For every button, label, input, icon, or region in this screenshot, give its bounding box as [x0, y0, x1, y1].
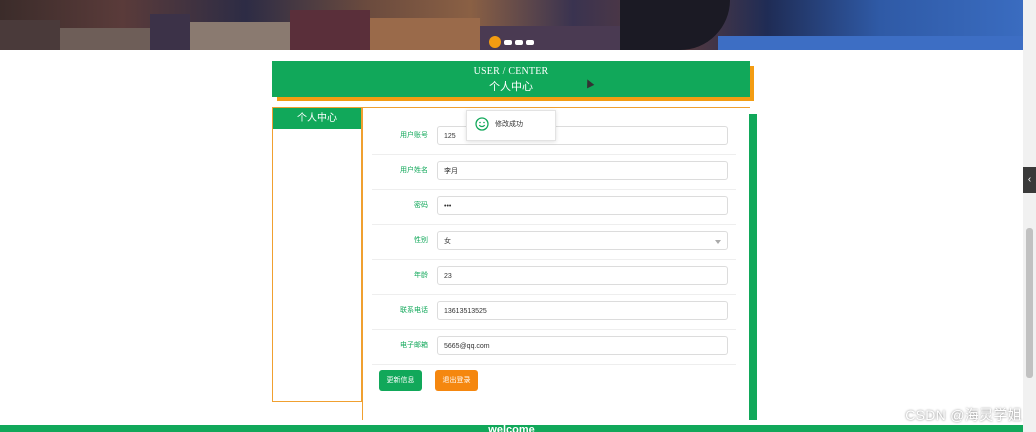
panel-edge-accent: [749, 114, 757, 420]
carousel-dots[interactable]: [489, 36, 534, 48]
banner-building: [290, 10, 370, 50]
banner-hill: [620, 0, 730, 50]
success-toast: 修改成功: [466, 110, 556, 141]
form-row-gender: 性别 女: [372, 225, 736, 260]
gender-label: 性别: [414, 237, 428, 244]
footer-welcome-text: welcome: [488, 425, 535, 432]
scrollbar-thumb[interactable]: [1026, 228, 1033, 378]
banner-building: [0, 20, 60, 50]
phone-label: 联系电话: [400, 307, 428, 314]
phone-input[interactable]: 13613513525: [437, 301, 728, 320]
banner-building: [150, 14, 190, 50]
password-label: 密码: [414, 202, 428, 209]
form-row-email: 电子邮箱 5665@qq.com: [372, 330, 736, 365]
sidebar: 个人中心: [272, 107, 362, 402]
banner-building: [60, 28, 150, 50]
account-label: 用户账号: [400, 132, 428, 139]
form-row-phone: 联系电话 13613513525: [372, 295, 736, 330]
chevron-left-icon[interactable]: ‹: [1023, 167, 1036, 193]
toast-message: 修改成功: [495, 121, 523, 128]
password-input[interactable]: •••: [437, 196, 728, 215]
age-label: 年龄: [414, 272, 428, 279]
carousel-dot[interactable]: [504, 39, 512, 45]
sidebar-item-profile[interactable]: 个人中心: [273, 108, 361, 129]
update-info-button[interactable]: 更新信息: [379, 370, 422, 391]
carousel-dot[interactable]: [515, 39, 523, 45]
name-label: 用户姓名: [400, 167, 428, 174]
name-input[interactable]: 李月: [437, 161, 728, 180]
page-scrollbar[interactable]: [1023, 0, 1036, 432]
watermark: CSDN @海灵学姐: [905, 407, 1022, 423]
form-row-password: 密码 •••: [372, 190, 736, 225]
age-input[interactable]: 23: [437, 266, 728, 285]
carousel-dot[interactable]: [489, 36, 501, 48]
smile-icon: [475, 117, 489, 131]
header-title-en: USER / CENTER: [473, 66, 549, 77]
banner-sea: [718, 36, 1023, 50]
email-input[interactable]: 5665@qq.com: [437, 336, 728, 355]
email-label: 电子邮箱: [400, 342, 428, 349]
gender-select[interactable]: 女: [437, 231, 728, 250]
gender-select-value: 女: [444, 238, 451, 245]
banner-building: [190, 22, 290, 50]
footer: welcome: [0, 425, 1023, 432]
chevron-down-icon[interactable]: [715, 240, 721, 244]
carousel-dot[interactable]: [526, 39, 534, 45]
form-row-age: 年龄 23: [372, 260, 736, 295]
header-title-cn: 个人中心: [489, 81, 533, 93]
page-header: USER / CENTER 个人中心: [272, 61, 750, 97]
form-row-name: 用户姓名 李月: [372, 155, 736, 190]
banner-building: [370, 18, 480, 50]
logout-button[interactable]: 退出登录: [435, 370, 478, 391]
